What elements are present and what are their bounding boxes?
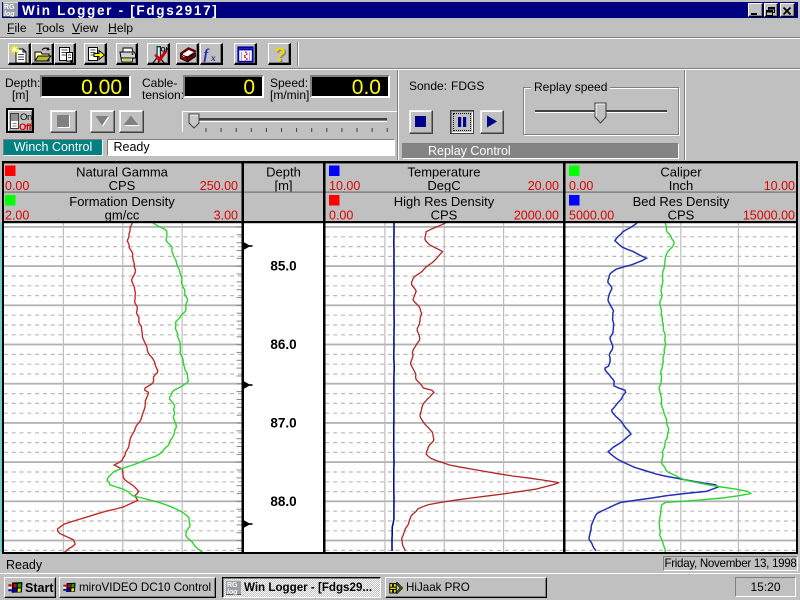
svg-text:[m]: [m] <box>274 178 292 193</box>
svg-text:88.0: 88.0 <box>270 494 296 509</box>
svg-text:86.0: 86.0 <box>270 337 296 352</box>
svg-text:87.0: 87.0 <box>270 416 296 431</box>
svg-text:2.00: 2.00 <box>5 209 29 223</box>
svg-text:5000.00: 5000.00 <box>569 209 614 223</box>
svg-text:10.00: 10.00 <box>329 179 360 193</box>
svg-text:OK: OK <box>161 47 169 54</box>
svg-text:?: ? <box>274 45 286 64</box>
svg-text:250.00: 250.00 <box>200 179 238 193</box>
svg-text:CPS: CPS <box>668 208 695 223</box>
svg-text:log: log <box>4 11 15 17</box>
svg-text:RG: RG <box>227 582 238 589</box>
svg-text:0.00: 0.00 <box>329 209 353 223</box>
svg-text:DegC: DegC <box>427 178 460 193</box>
svg-text:15000.00: 15000.00 <box>743 209 795 223</box>
svg-text:x: x <box>210 54 216 64</box>
svg-text:85.0: 85.0 <box>270 259 296 274</box>
svg-text:CPS: CPS <box>431 208 458 223</box>
svg-text:0.00: 0.00 <box>569 179 593 193</box>
svg-text:Inch: Inch <box>669 178 694 193</box>
svg-text:log: log <box>227 589 238 595</box>
svg-text:3.00: 3.00 <box>214 209 238 223</box>
svg-text:gm/cc: gm/cc <box>105 208 140 223</box>
svg-text:RG: RG <box>4 4 15 11</box>
svg-text:CPS: CPS <box>109 178 136 193</box>
svg-text:2000.00: 2000.00 <box>514 209 559 223</box>
svg-text:10.00: 10.00 <box>764 179 795 193</box>
svg-text:f: f <box>204 47 211 63</box>
svg-text:20.00: 20.00 <box>528 179 559 193</box>
svg-text:0.00: 0.00 <box>5 179 29 193</box>
